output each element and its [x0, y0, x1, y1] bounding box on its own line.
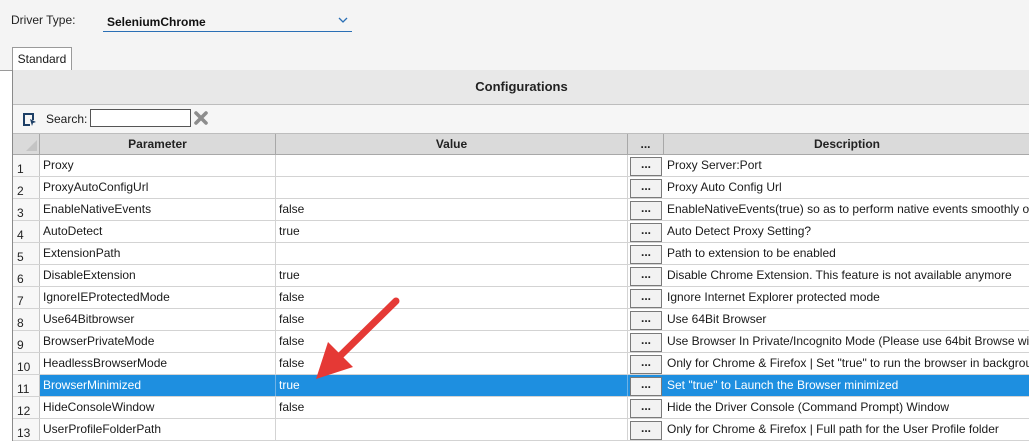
table-row[interactable]: 10 HeadlessBrowserMode false... Only for Ch…	[13, 353, 1029, 375]
value-cell[interactable]	[276, 155, 628, 176]
row-number: 12	[13, 397, 40, 418]
search-bar: Search:	[13, 105, 1029, 134]
browse-button[interactable]: ...	[630, 267, 662, 286]
corner-triangle-icon	[26, 140, 37, 151]
parameter-cell[interactable]: BrowserPrivateMode	[40, 331, 276, 352]
browse-button[interactable]: ...	[630, 377, 662, 396]
browse-button[interactable]: ...	[630, 421, 662, 440]
browse-button[interactable]: ...	[630, 311, 662, 330]
value-cell[interactable]	[276, 177, 628, 198]
description-cell: Use 64Bit Browser	[667, 312, 767, 326]
driver-type-label: Driver Type:	[11, 13, 76, 27]
column-header-value[interactable]: Value	[276, 134, 628, 154]
table-row[interactable]: 8 Use64Bitbrowser false... Use 64Bit Browse…	[13, 309, 1029, 331]
browse-button[interactable]: ...	[630, 201, 662, 220]
column-header-description[interactable]: Description	[664, 134, 1029, 154]
parameter-cell[interactable]: AutoDetect	[40, 221, 276, 242]
parameter-cell[interactable]: Proxy	[40, 155, 276, 176]
parameter-cell[interactable]: HeadlessBrowserMode	[40, 353, 276, 374]
tab-strip: Standard	[0, 44, 1029, 71]
table-row[interactable]: 4 AutoDetect true... Auto Detect Proxy Sett…	[13, 221, 1029, 243]
parameter-cell[interactable]: BrowserMinimized	[40, 375, 276, 396]
browse-button[interactable]: ...	[630, 157, 662, 176]
value-cell[interactable]: false	[276, 287, 628, 308]
row-number: 4	[13, 221, 40, 242]
description-cell: Disable Chrome Extension. This feature i…	[667, 268, 1012, 282]
table-row[interactable]: 13 UserProfileFolderPath... Only for Chrom…	[13, 419, 1029, 441]
tab-standard[interactable]: Standard	[12, 47, 72, 71]
parameter-cell[interactable]: IgnoreIEProtectedMode	[40, 287, 276, 308]
row-number: 1	[13, 155, 40, 176]
value-cell[interactable]: false	[276, 199, 628, 220]
browse-button[interactable]: ...	[630, 223, 662, 242]
description-cell: Set "true" to Launch the Browser minimiz…	[667, 378, 899, 392]
parameter-cell[interactable]: DisableExtension	[40, 265, 276, 286]
row-number: 9	[13, 331, 40, 352]
browse-button[interactable]: ...	[630, 179, 662, 198]
section-title: Configurations	[13, 70, 1029, 105]
grid-header: Parameter Value ... Description	[13, 134, 1029, 155]
value-cell[interactable]: false	[276, 309, 628, 330]
table-row[interactable]: 5 ExtensionPath... Path to extension to be…	[13, 243, 1029, 265]
driver-type-bar: Driver Type: SeleniumChrome	[0, 0, 1029, 44]
row-number: 11	[13, 375, 40, 396]
description-cell: Proxy Server:Port	[667, 158, 762, 172]
value-cell[interactable]: false	[276, 353, 628, 374]
value-cell[interactable]: false	[276, 397, 628, 418]
row-number: 7	[13, 287, 40, 308]
value-cell[interactable]	[276, 419, 628, 440]
description-cell: Use Browser In Private/Incognito Mode (P…	[667, 334, 1029, 348]
row-number: 2	[13, 177, 40, 198]
search-input[interactable]	[90, 109, 191, 127]
table-row[interactable]: 1 Proxy... Proxy Server:Port	[13, 155, 1029, 177]
description-cell: Ignore Internet Explorer protected mode	[667, 290, 880, 304]
description-cell: Auto Detect Proxy Setting?	[667, 224, 812, 238]
description-cell: Path to extension to be enabled	[667, 246, 836, 260]
row-number: 13	[13, 419, 40, 440]
driver-type-select[interactable]: SeleniumChrome	[103, 11, 352, 32]
row-number: 10	[13, 353, 40, 374]
column-header-browse[interactable]: ...	[628, 134, 664, 154]
value-cell[interactable]: true	[276, 375, 628, 396]
column-header-parameter[interactable]: Parameter	[40, 134, 276, 154]
search-label: Search:	[46, 112, 88, 126]
grid-toolbar-icon[interactable]	[21, 111, 37, 127]
value-cell[interactable]	[276, 243, 628, 264]
table-row[interactable]: 9 BrowserPrivateMode false... Use Browser I…	[13, 331, 1029, 353]
description-cell: Only for Chrome & Firefox | Set "true" t…	[667, 356, 1029, 370]
table-row[interactable]: 11 BrowserMinimized true... Set "true" to L…	[13, 375, 1029, 397]
clear-search-icon[interactable]	[193, 110, 209, 126]
value-cell[interactable]: false	[276, 331, 628, 352]
table-row[interactable]: 2 ProxyAutoConfigUrl... Proxy Auto Config …	[13, 177, 1029, 199]
description-cell: Proxy Auto Config Url	[667, 180, 782, 194]
row-number: 3	[13, 199, 40, 220]
browse-button[interactable]: ...	[630, 399, 662, 418]
row-number: 5	[13, 243, 40, 264]
grid-corner	[13, 134, 40, 154]
description-cell: Only for Chrome & Firefox | Full path fo…	[667, 422, 999, 436]
table-row[interactable]: 3 EnableNativeEvents false... EnableNativeE…	[13, 199, 1029, 221]
chevron-down-icon[interactable]	[338, 15, 348, 25]
browse-button[interactable]: ...	[630, 333, 662, 352]
description-cell: Hide the Driver Console (Command Prompt)…	[667, 400, 950, 414]
configurations-panel: Configurations Search: Parameter Value .…	[12, 70, 1029, 441]
parameter-cell[interactable]: HideConsoleWindow	[40, 397, 276, 418]
row-number: 6	[13, 265, 40, 286]
parameter-cell[interactable]: ProxyAutoConfigUrl	[40, 177, 276, 198]
browse-button[interactable]: ...	[630, 289, 662, 308]
table-row[interactable]: 12 HideConsoleWindow false... Hide the Driv…	[13, 397, 1029, 419]
driver-type-value: SeleniumChrome	[107, 15, 206, 29]
value-cell[interactable]: true	[276, 265, 628, 286]
browse-button[interactable]: ...	[630, 355, 662, 374]
table-row[interactable]: 6 DisableExtension true... Disable Chrome E…	[13, 265, 1029, 287]
browse-button[interactable]: ...	[630, 245, 662, 264]
value-cell[interactable]: true	[276, 221, 628, 242]
parameter-cell[interactable]: ExtensionPath	[40, 243, 276, 264]
row-number: 8	[13, 309, 40, 330]
parameter-cell[interactable]: Use64Bitbrowser	[40, 309, 276, 330]
description-cell: EnableNativeEvents(true) so as to perfor…	[667, 202, 1029, 216]
table-row[interactable]: 7 IgnoreIEProtectedMode false... Ignore Int…	[13, 287, 1029, 309]
parameter-cell[interactable]: EnableNativeEvents	[40, 199, 276, 220]
parameter-cell[interactable]: UserProfileFolderPath	[40, 419, 276, 440]
